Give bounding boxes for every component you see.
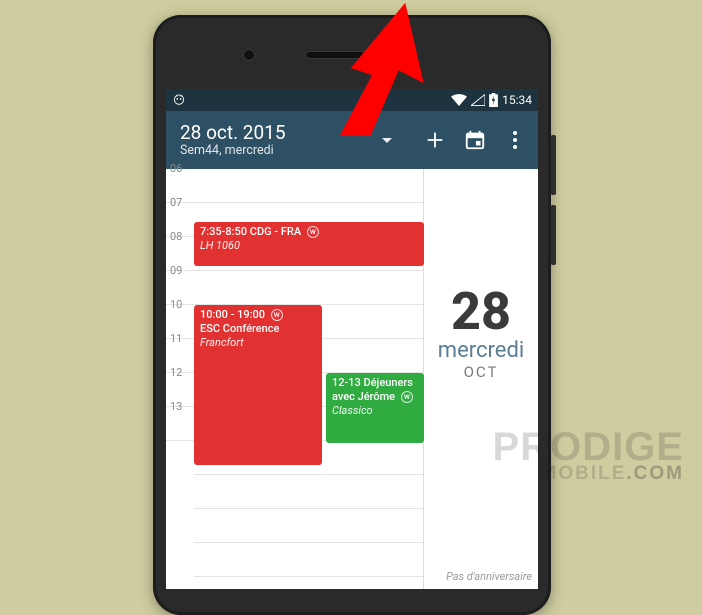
agenda-day-number: 28 (424, 289, 538, 336)
hour-label: 06 (170, 162, 182, 175)
agenda-day-of-week: mercredi (424, 338, 538, 363)
hour-label: 10 (170, 298, 182, 311)
event-title: LH 1060 (200, 239, 418, 253)
event-title: ESC Conférence (200, 322, 316, 336)
front-camera (243, 49, 255, 61)
day-column[interactable]: 7:35-8:50 CDG - FRA wLH 106010:00 - 19:0… (194, 169, 424, 589)
volume-up-button (551, 135, 556, 195)
annotation-arrow (277, 0, 468, 175)
hour-label: 09 (170, 264, 182, 277)
agenda-month: OCT (424, 363, 538, 381)
watermark-line2a: MOBILE (541, 463, 627, 484)
watermark: PRODIGE MOBILE.COM (493, 429, 684, 482)
calendar-event[interactable]: 7:35-8:50 CDG - FRA wLH 1060 (194, 222, 424, 266)
event-location: Classico (332, 404, 418, 418)
calendar-event[interactable]: 10:00 - 19:00 wESC ConférenceFrancfort (194, 305, 322, 465)
status-time: 15:34 (502, 93, 532, 107)
hour-label: 13 (170, 400, 182, 413)
event-time: 10:00 - 19:00 (200, 308, 265, 321)
watermark-line2b: .COM (626, 463, 684, 484)
sync-icon: w (271, 309, 283, 321)
hour-label: 08 (170, 230, 182, 243)
overflow-menu-button[interactable] (502, 127, 528, 153)
calendar-event[interactable]: 12-13 Déjeuners avec Jérôme wClassico (326, 373, 424, 443)
hour-label: 11 (170, 332, 182, 345)
event-time-suffix: CDG - FRA (250, 225, 301, 238)
agenda-panel: 28 mercredi OCT Pas d'anniversaire (424, 169, 538, 589)
hour-label: 07 (170, 196, 182, 209)
agenda-footer: Pas d'anniversaire (424, 570, 532, 583)
calendar-view: 0607080910111213 7:35-8:50 CDG - FRA wLH… (166, 169, 538, 589)
event-time: 7:35-8:50 (200, 225, 247, 238)
event-time: 12-13 (332, 376, 361, 389)
hour-gutter: 0607080910111213 (166, 169, 194, 589)
event-location: Francfort (200, 336, 316, 350)
hour-label: 12 (170, 366, 182, 379)
battery-charging-icon (489, 93, 498, 107)
sync-icon: w (401, 391, 413, 403)
volume-down-button (551, 205, 556, 265)
sync-icon: w (307, 226, 319, 238)
cell-signal-icon (471, 94, 485, 106)
owl-notification-icon (172, 92, 186, 109)
watermark-line1: PRODIGE (493, 429, 684, 465)
